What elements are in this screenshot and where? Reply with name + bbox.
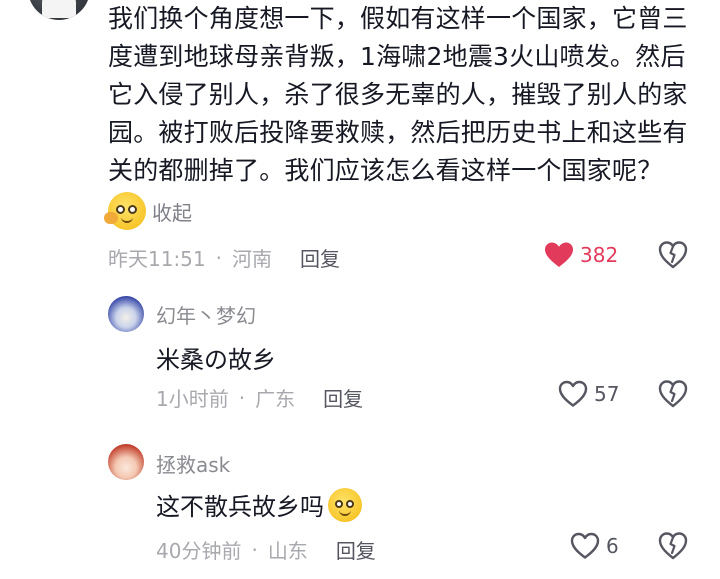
commenter-avatar[interactable] [28,0,90,20]
thinking-emoji-icon [104,192,146,230]
reply-location: 广东 [255,387,296,411]
like-count: 382 [580,243,619,267]
meta-separator: · [215,245,222,270]
main-comment: 我们换个角度想一下，假如有这样一个国家，它曾三度遭到地球母亲背叛，1海啸2地震3… [108,0,708,190]
dislike-heart-icon[interactable] [658,240,688,270]
heart-outline-icon [570,532,600,559]
meta-separator: · [251,537,258,562]
reply-username[interactable]: 拯救ask [156,449,230,478]
sweat-smile-emoji-icon [328,487,362,522]
heart-outline-icon [558,380,588,407]
reply-avatar[interactable] [108,296,144,332]
reply-meta: 40分钟前 · 山东 回复 [156,535,376,564]
collapse-label: 收起 [152,200,192,225]
reply-button[interactable]: 回复 [300,243,340,272]
dislike-heart-icon[interactable] [658,531,688,561]
reply-button[interactable]: 回复 [336,535,376,564]
comment-time: 昨天11:51 [108,247,206,271]
dislike-heart-icon[interactable] [658,379,688,409]
main-comment-meta: 昨天11:51 · 河南 回复 [108,243,340,272]
comment-location: 河南 [232,247,272,271]
reply-text-content: 米桑の故乡 [156,346,276,374]
like-count: 57 [594,382,620,406]
like-count: 6 [606,534,619,558]
reply-time: 1小时前 [156,387,229,411]
reply-meta: 1小时前 · 广东 回复 [156,383,363,412]
reply-text: 这不散兵故乡吗 [156,487,362,522]
reply-button[interactable]: 回复 [323,383,363,412]
reply-text: 米桑の故乡 [156,340,276,375]
reply-time: 40分钟前 [156,539,242,563]
reply-text-content: 这不散兵故乡吗 [156,493,324,521]
reply-location: 山东 [267,539,308,563]
main-comment-text: 我们换个角度想一下，假如有这样一个国家，它曾三度遭到地球母亲背叛，1海啸2地震3… [108,4,688,185]
collapse-toggle[interactable]: 收起 [104,192,192,230]
reply-avatar[interactable] [108,444,144,480]
reply-username[interactable]: 幻年丶梦幻 [156,300,256,329]
like-button[interactable]: 6 [570,532,619,560]
like-button[interactable]: 57 [558,380,619,408]
heart-icon [545,242,573,267]
meta-separator: · [238,385,246,410]
like-button[interactable]: 382 [544,241,618,269]
